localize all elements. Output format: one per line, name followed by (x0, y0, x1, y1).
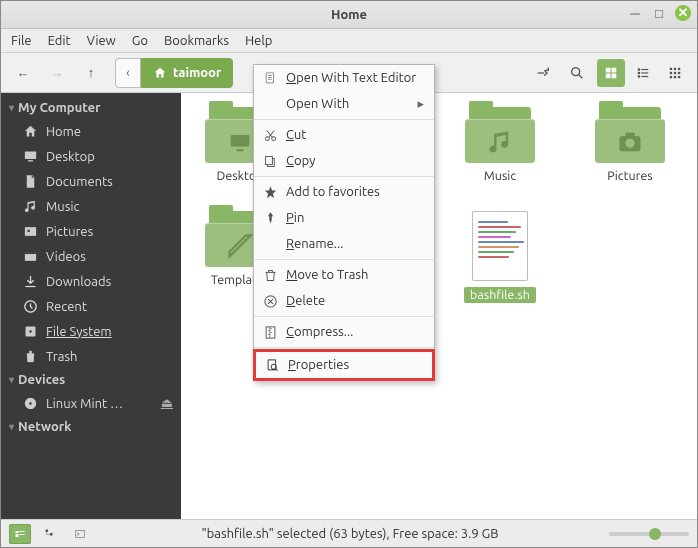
recent-icon (23, 299, 38, 314)
pictures-icon (23, 224, 38, 239)
menu-go[interactable]: Go (132, 34, 148, 48)
menu-edit[interactable]: Edit (48, 34, 71, 48)
folder-icon (595, 107, 665, 163)
folder-music[interactable]: Music (455, 107, 545, 183)
copy-icon (262, 153, 278, 169)
toggle-location-button[interactable] (529, 59, 557, 87)
minimize-button[interactable]: － (627, 5, 643, 21)
blank-icon (262, 96, 278, 112)
compress-icon (262, 324, 278, 340)
sidebar-item-music[interactable]: Music (1, 194, 181, 219)
sidebar-item-documents[interactable]: Documents (1, 169, 181, 194)
status-text: "bashfile.sh" selected (63 bytes), Free … (99, 527, 601, 541)
pin-icon (262, 210, 278, 226)
submenu-arrow-icon: ▸ (417, 97, 424, 112)
home-icon (23, 124, 38, 139)
menu-item-properties[interactable]: Properties (253, 349, 435, 381)
menu-help[interactable]: Help (245, 34, 272, 48)
sidebar: ▾My ComputerHomeDesktopDocumentsMusicPic… (1, 93, 181, 519)
folder-icon (465, 107, 535, 163)
back-button[interactable]: ← (9, 59, 37, 87)
menu-separator (254, 347, 434, 348)
cd-icon (23, 396, 38, 411)
eject-icon[interactable]: ⏏ (161, 396, 173, 411)
folder-pictures[interactable]: Pictures (585, 107, 675, 183)
window-title: Home (331, 8, 367, 22)
icon-view-button[interactable] (597, 59, 625, 87)
zoom-handle[interactable] (649, 528, 661, 540)
cut-icon (262, 127, 278, 143)
menu-item-cut[interactable]: Cut (254, 122, 434, 148)
search-button[interactable] (563, 59, 591, 87)
sidebar-item-videos[interactable]: Videos (1, 244, 181, 269)
sidebar-item-desktop[interactable]: Desktop (1, 144, 181, 169)
sidebar-group-my-computer[interactable]: ▾My Computer (1, 97, 181, 119)
path-user-label: taimoor (173, 66, 221, 80)
chevron-down-icon: ▾ (9, 421, 14, 433)
close-button[interactable]: ✕ (675, 5, 691, 21)
menu-item-pin[interactable]: Pin (254, 205, 434, 231)
blank-icon (262, 236, 278, 252)
menu-item-delete[interactable]: Delete (254, 288, 434, 314)
props-icon (264, 357, 280, 373)
path-bar: ‹ taimoor (115, 58, 233, 88)
menu-item-add-to-favorites[interactable]: Add to favorites (254, 179, 434, 205)
menu-file[interactable]: File (11, 34, 32, 48)
sidebar-item-recent[interactable]: Recent (1, 294, 181, 319)
path-prev-button[interactable]: ‹ (115, 58, 141, 88)
menubar: File Edit View Go Bookmarks Help (1, 29, 697, 53)
sidebar-item-home[interactable]: Home (1, 119, 181, 144)
sidebar-group-devices[interactable]: ▾Devices (1, 369, 181, 391)
file-bashfile-sh[interactable]: bashfile.sh (455, 211, 545, 303)
menu-item-rename[interactable]: Rename... (254, 231, 434, 257)
trash-icon (23, 349, 38, 364)
menu-item-copy[interactable]: Copy (254, 148, 434, 174)
text-file-icon (472, 211, 528, 281)
menu-separator (254, 316, 434, 317)
disk-icon (23, 324, 38, 339)
menu-item-open-with[interactable]: Open With▸ (254, 91, 434, 117)
menu-view[interactable]: View (87, 34, 116, 48)
download-icon (23, 274, 38, 289)
statusbar: "bashfile.sh" selected (63 bytes), Free … (1, 519, 697, 547)
show-tree-button[interactable] (39, 524, 61, 544)
chevron-down-icon: ▾ (9, 374, 14, 386)
doc-icon (23, 174, 38, 189)
trash-icon (262, 267, 278, 283)
menu-item-compress[interactable]: Compress... (254, 319, 434, 345)
forward-button[interactable]: → (43, 59, 71, 87)
menu-item-open-with-text-editor[interactable]: Open With Text Editor (254, 65, 434, 91)
delete-icon (262, 293, 278, 309)
sidebar-item-trash[interactable]: Trash (1, 344, 181, 369)
chevron-down-icon: ▾ (9, 102, 14, 114)
titlebar: Home － □ ✕ (1, 1, 697, 29)
doc-icon (262, 70, 278, 86)
sidebar-item-pictures[interactable]: Pictures (1, 219, 181, 244)
menu-separator (254, 176, 434, 177)
sidebar-item-downloads[interactable]: Downloads (1, 269, 181, 294)
up-button[interactable]: ↑ (77, 59, 105, 87)
maximize-button[interactable]: □ (651, 5, 667, 21)
zoom-slider[interactable] (609, 532, 689, 536)
path-segment-home[interactable]: taimoor (141, 58, 233, 88)
hide-sidebar-button[interactable] (69, 524, 91, 544)
show-places-button[interactable] (9, 524, 31, 544)
sidebar-item-filesystem[interactable]: File System (1, 319, 181, 344)
star-icon (262, 184, 278, 200)
desktop-icon (23, 149, 38, 164)
menu-item-move-to-trash[interactable]: Move to Trash (254, 262, 434, 288)
videos-icon (23, 249, 38, 264)
menu-separator (254, 259, 434, 260)
music-icon (23, 199, 38, 214)
sidebar-group-network[interactable]: ▾Network (1, 416, 181, 438)
list-view-button[interactable] (629, 59, 657, 87)
menu-bookmarks[interactable]: Bookmarks (164, 34, 229, 48)
menu-separator (254, 119, 434, 120)
context-menu: Open With Text EditorOpen With▸ CutCopy Ad… (253, 64, 435, 381)
sidebar-item-linuxmint[interactable]: Linux Mint …⏏ (1, 391, 181, 416)
compact-view-button[interactable] (661, 59, 689, 87)
home-icon (153, 66, 167, 80)
